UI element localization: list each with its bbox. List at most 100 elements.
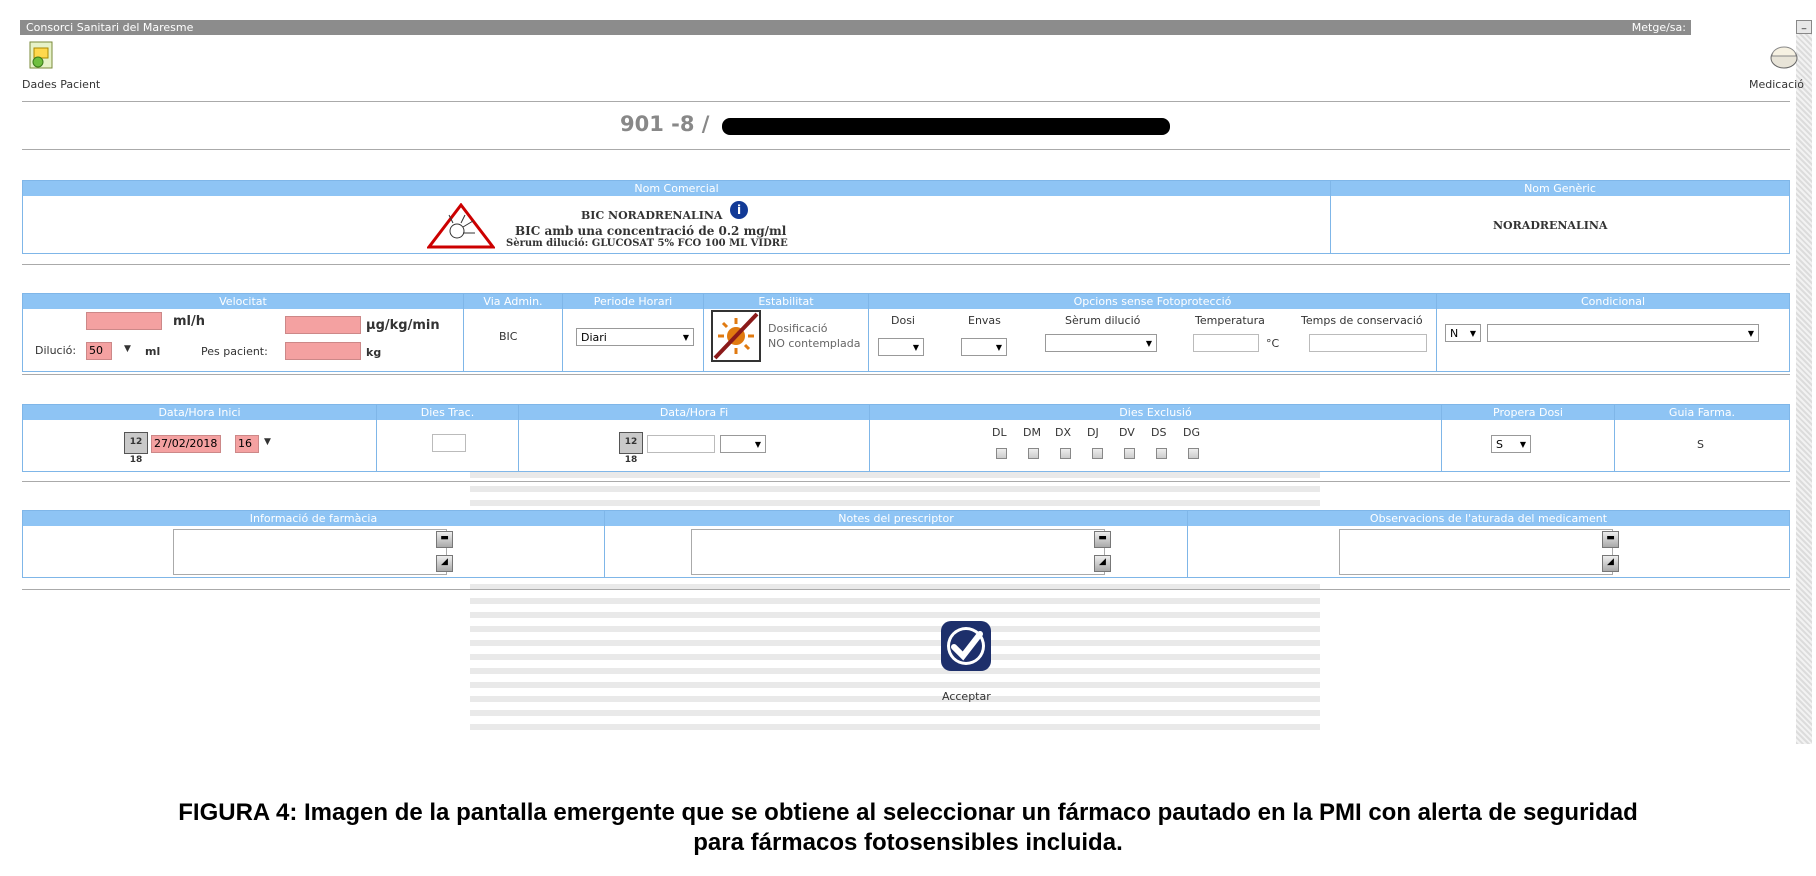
scroll-up-icon[interactable]: ▬ [1094, 531, 1111, 548]
drug-name: BIC NORADRENALINA [581, 209, 723, 222]
resize-handle-icon[interactable]: ◢ [1094, 555, 1111, 572]
day-label-dg: DG [1183, 426, 1200, 439]
day-label-dv: DV [1119, 426, 1135, 439]
unit-kg: kg [366, 346, 382, 359]
conservation-input[interactable] [1309, 334, 1427, 352]
next-dose-value: S [1496, 438, 1503, 451]
exclude-day-dm-checkbox[interactable] [1028, 448, 1039, 459]
unit-ml: ml [145, 345, 161, 358]
column-divider [376, 405, 377, 471]
conditional-header: Condicional [1437, 294, 1789, 309]
end-date-input[interactable] [647, 435, 715, 453]
diluent-select[interactable]: ▼ [1045, 334, 1157, 352]
vertical-scrollbar[interactable] [1796, 34, 1812, 744]
column-divider [463, 294, 464, 371]
info-icon[interactable]: i [730, 201, 748, 219]
column-divider [562, 294, 563, 371]
conditional-flag-select[interactable]: N ▼ [1445, 324, 1481, 342]
stability-text-2: NO contemplada [768, 337, 861, 350]
treatment-days-input[interactable] [432, 434, 466, 452]
patient-data-label: Dades Pacient [22, 78, 101, 91]
weight-input[interactable] [285, 342, 361, 360]
resize-handle-icon[interactable]: ◢ [1602, 555, 1619, 572]
patient-data-button[interactable] [26, 40, 58, 72]
exclude-day-dg-checkbox[interactable] [1188, 448, 1199, 459]
dose-select[interactable]: ▼ [878, 338, 924, 356]
exclude-day-ds-checkbox[interactable] [1156, 448, 1167, 459]
temperature-input[interactable] [1193, 334, 1259, 352]
chevron-down-icon: ▼ [995, 343, 1002, 352]
exclude-day-dl-checkbox[interactable] [996, 448, 1007, 459]
container-column-label: Envas [968, 314, 1001, 327]
divider [22, 589, 1790, 590]
pharmacy-info-textarea[interactable] [173, 529, 447, 575]
exclude-day-dj-checkbox[interactable] [1092, 448, 1103, 459]
velocity-header: Velocitat [23, 294, 463, 309]
figure-caption-line-2: para fármacos fotosensibles incluida. [693, 829, 1123, 856]
generic-name-header: Nom Genèric [1331, 181, 1789, 196]
chevron-down-icon: ▼ [1747, 329, 1754, 338]
prescriber-notes-textarea[interactable] [691, 529, 1105, 575]
rate-ug-input[interactable] [285, 316, 361, 334]
divider [22, 481, 1790, 482]
rate-ml-input[interactable] [86, 312, 162, 330]
column-divider [1436, 294, 1437, 371]
accept-button[interactable] [940, 620, 992, 672]
scroll-up-icon[interactable]: ▬ [436, 531, 453, 548]
stop-observations-textarea[interactable] [1339, 529, 1613, 575]
accept-label: Acceptar [942, 690, 991, 703]
stop-observations-header: Observacions de l'aturada del medicament [1188, 511, 1789, 526]
window-title: Consorci Sanitari del Maresme [26, 21, 194, 34]
resize-handle-icon[interactable]: ◢ [436, 555, 453, 572]
redacted-patient-name [722, 118, 1170, 135]
conditional-select[interactable]: ▼ [1487, 324, 1759, 342]
start-hour-select[interactable]: 16 [235, 435, 259, 453]
next-dose-header: Propera Dosi [1442, 405, 1614, 420]
treatment-days-header: Dies Trac. [377, 405, 518, 420]
route-value: BIC [499, 330, 518, 343]
chevron-down-icon[interactable]: ▼ [264, 437, 271, 447]
next-dose-select[interactable]: S ▼ [1491, 435, 1531, 453]
no-photoprotection-icon [711, 310, 761, 362]
scroll-up-icon[interactable]: ▬ [1602, 531, 1619, 548]
column-divider [1330, 181, 1331, 253]
drug-concentration: BIC amb una concentració de 0.2 mg/ml [515, 224, 787, 238]
commercial-name-header: Nom Comercial [23, 181, 1330, 196]
period-select[interactable]: Diari ▼ [576, 328, 694, 346]
pharma-guide-header: Guia Farma. [1615, 405, 1789, 420]
weight-label: Pes pacient: [201, 345, 268, 358]
end-calendar-icon[interactable]: 12 18 [619, 432, 643, 465]
chevron-down-icon: ▼ [682, 333, 689, 342]
column-divider [1441, 405, 1442, 471]
medication-label: Medicació [1749, 78, 1804, 91]
prescriber-notes-header: Notes del prescriptor [605, 511, 1187, 526]
conservation-column-label: Temps de conservació [1301, 314, 1423, 327]
stability-text-1: Dosificació [768, 322, 828, 335]
exclude-day-dv-checkbox[interactable] [1124, 448, 1135, 459]
minimize-button[interactable]: _ [1796, 20, 1812, 34]
dilution-select[interactable]: 50 [86, 342, 112, 360]
container-select[interactable]: ▼ [961, 338, 1007, 356]
column-divider [604, 511, 605, 577]
patient-id: 901 -8 / [620, 112, 710, 136]
column-divider [518, 405, 519, 471]
via-header: Via Admin. [464, 294, 562, 309]
pharma-guide-value: S [1697, 438, 1704, 451]
drug-panel: Nom Comercial Nom Genèric BIC NORADRENAL… [22, 180, 1790, 254]
generic-name: NORADRENALINA [1493, 219, 1608, 232]
exclude-day-dx-checkbox[interactable] [1060, 448, 1071, 459]
notes-panel: Informació de farmàcia Notes del prescri… [22, 510, 1790, 578]
period-header: Periode Horari [563, 294, 703, 309]
doctor-label: Metge/sa: [1631, 21, 1686, 34]
photosensitive-warning-icon [425, 202, 497, 249]
start-header: Data/Hora Inici [23, 405, 376, 420]
end-hour-select[interactable]: ▼ [720, 435, 766, 453]
pharmacy-info-header: Informació de farmàcia [23, 511, 604, 526]
conditional-flag-value: N [1450, 327, 1459, 340]
start-calendar-icon[interactable]: 12 18 [124, 432, 148, 465]
temperature-column-label: Temperatura [1195, 314, 1265, 327]
chevron-down-icon[interactable]: ▼ [124, 344, 131, 354]
medication-button[interactable] [1768, 40, 1800, 72]
start-date-input[interactable]: 27/02/2018 [151, 435, 221, 453]
divider [22, 264, 1790, 265]
